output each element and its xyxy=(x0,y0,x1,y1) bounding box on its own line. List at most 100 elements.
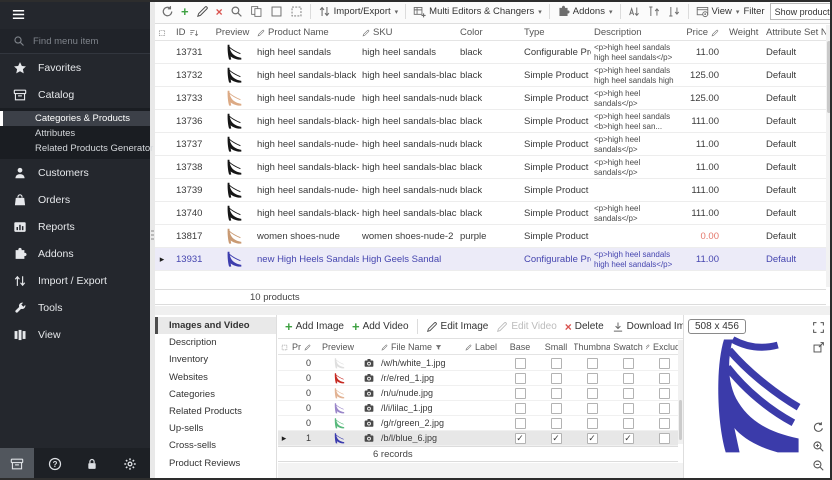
addons-menu[interactable]: Addons▾ xyxy=(554,3,616,20)
product-row[interactable]: 13739high heel sandals-nude-37high heel … xyxy=(155,179,826,202)
image-flag-exclude[interactable] xyxy=(646,433,682,444)
sidebar-item-catalog[interactable]: Catalog xyxy=(0,81,150,108)
column-header-preview[interactable]: Preview xyxy=(211,27,254,38)
checkbox[interactable] xyxy=(515,403,526,414)
edit-video-button[interactable]: Edit Video xyxy=(493,319,559,335)
select-all-corner[interactable] xyxy=(155,29,169,37)
image-flag-small[interactable] xyxy=(538,418,574,429)
delete-image-button[interactable]: ×Delete xyxy=(562,319,607,334)
sidebar-item-related-products-generator[interactable]: Related Products Generator xyxy=(0,141,150,156)
tab-websites[interactable]: Websites xyxy=(155,369,276,386)
tab-description[interactable]: Description xyxy=(155,334,276,351)
product-row[interactable]: 13732high heel sandals-blackhigh heel sa… xyxy=(155,64,826,87)
checkbox[interactable] xyxy=(659,373,670,384)
checkbox[interactable] xyxy=(515,373,526,384)
checkbox[interactable] xyxy=(623,403,634,414)
checkbox[interactable] xyxy=(659,433,670,444)
image-row[interactable]: 0/r/e/red_1.jpg xyxy=(278,371,678,386)
filter-select[interactable]: Show products from selected categories▾ xyxy=(770,3,832,20)
sidebar-item-view[interactable]: View xyxy=(0,321,150,348)
column-header-weight[interactable]: Weight xyxy=(726,27,761,38)
sort-button[interactable] xyxy=(625,3,644,20)
image-flag-swatch[interactable] xyxy=(610,403,646,414)
checkbox[interactable] xyxy=(551,403,562,414)
zoom-out-icon[interactable] xyxy=(812,459,825,472)
checkbox[interactable] xyxy=(659,403,670,414)
help-button[interactable]: ? xyxy=(38,448,72,480)
tab-inventory[interactable]: Inventory xyxy=(155,351,276,368)
column-header-file-name[interactable]: File Name xyxy=(378,342,462,352)
image-flag-base[interactable] xyxy=(502,433,538,444)
image-flag-thumbnail[interactable] xyxy=(574,373,610,384)
zoom-in-icon[interactable] xyxy=(812,440,825,453)
store-button[interactable] xyxy=(0,448,34,480)
image-flag-swatch[interactable] xyxy=(610,358,646,369)
settings-button[interactable] xyxy=(113,448,147,480)
sidebar-item-import-export[interactable]: Import / Export xyxy=(0,267,150,294)
sidebar-item-addons[interactable]: Addons xyxy=(0,240,150,267)
sidebar-item-categories-products[interactable]: Categories & Products xyxy=(0,111,150,126)
image-flag-thumbnail[interactable] xyxy=(574,388,610,399)
scrollbar-thumb[interactable] xyxy=(679,400,682,440)
column-header-description[interactable]: Description xyxy=(591,27,681,38)
image-flag-base[interactable] xyxy=(502,418,538,429)
multi-editors-menu[interactable]: Multi Editors & Changers▾ xyxy=(410,3,545,20)
images-select-corner[interactable] xyxy=(278,344,290,351)
column-header-price[interactable]: Price xyxy=(681,27,726,38)
column-header-exclude[interactable]: Exclude xyxy=(646,342,682,352)
image-row[interactable]: 0/n/u/nude.jpg xyxy=(278,386,678,401)
sidebar-search-input[interactable]: Find menu item xyxy=(0,29,150,54)
column-header-color[interactable]: Color xyxy=(457,27,521,38)
delete-product-button[interactable]: × xyxy=(213,5,226,19)
tab-related-products[interactable]: Related Products xyxy=(155,403,276,420)
image-row[interactable]: 0/w/h/white_1.jpg xyxy=(278,356,678,371)
add-product-button[interactable]: + xyxy=(178,5,192,19)
image-row[interactable]: ▸1/b/l/blue_6.jpg xyxy=(278,431,678,446)
select-button[interactable] xyxy=(267,3,286,20)
product-row[interactable]: 13817women shoes-nudewomen shoes-nude-2p… xyxy=(155,225,826,248)
tab-images-and-video[interactable]: Images and Video xyxy=(155,317,276,334)
sidebar-item-reports[interactable]: Reports xyxy=(0,213,150,240)
add-video-button[interactable]: +Add Video xyxy=(349,319,412,334)
image-flag-exclude[interactable] xyxy=(646,388,682,399)
column-header-base[interactable]: Base xyxy=(502,342,538,352)
checkbox[interactable] xyxy=(659,388,670,399)
checkbox[interactable] xyxy=(587,433,598,444)
image-flag-thumbnail[interactable] xyxy=(574,433,610,444)
checkbox[interactable] xyxy=(659,418,670,429)
tab-product-reviews[interactable]: Product Reviews xyxy=(155,455,276,472)
column-header-small[interactable]: Small xyxy=(538,342,574,352)
tab-categories[interactable]: Categories xyxy=(155,386,276,403)
image-flag-exclude[interactable] xyxy=(646,373,682,384)
column-header-attribute-set[interactable]: Attribute Set Name xyxy=(761,27,826,38)
image-flag-thumbnail[interactable] xyxy=(574,418,610,429)
checkbox[interactable] xyxy=(623,388,634,399)
product-row[interactable]: ▸13931new High Heels SandalsHigh Geels S… xyxy=(155,248,826,271)
collapse-rows-button[interactable] xyxy=(665,3,684,20)
image-flag-small[interactable] xyxy=(538,403,574,414)
tab-cross-sells[interactable]: Cross-sells xyxy=(155,437,276,454)
search-products-button[interactable] xyxy=(227,3,246,20)
refresh-button[interactable] xyxy=(158,3,177,20)
product-row[interactable]: 13731high heel sandalshigh heel sandalsb… xyxy=(155,41,826,64)
sidebar-item-orders[interactable]: Orders xyxy=(0,186,150,213)
checkbox[interactable] xyxy=(587,403,598,414)
checkbox[interactable] xyxy=(623,373,634,384)
checkbox[interactable] xyxy=(659,358,670,369)
image-flag-swatch[interactable] xyxy=(610,418,646,429)
column-header-image-preview[interactable]: Preview xyxy=(316,342,360,352)
checkbox[interactable] xyxy=(551,418,562,429)
column-header-swatch[interactable]: Swatch xyxy=(610,342,646,352)
fullscreen-icon[interactable] xyxy=(812,321,825,334)
image-flag-thumbnail[interactable] xyxy=(574,358,610,369)
image-flag-exclude[interactable] xyxy=(646,403,682,414)
sidebar-item-attributes[interactable]: Attributes xyxy=(0,126,150,141)
edit-product-button[interactable] xyxy=(193,3,212,20)
edit-image-button[interactable]: Edit Image xyxy=(423,319,492,335)
paste-button[interactable] xyxy=(287,3,306,20)
import-export-menu[interactable]: Import/Export▾ xyxy=(315,3,402,20)
external-link-icon[interactable] xyxy=(812,341,825,354)
product-row[interactable]: 13738high heel sandals-black-37high heel… xyxy=(155,156,826,179)
column-header-product-name[interactable]: Product Name xyxy=(254,27,359,38)
sidebar-item-tools[interactable]: Tools xyxy=(0,294,150,321)
